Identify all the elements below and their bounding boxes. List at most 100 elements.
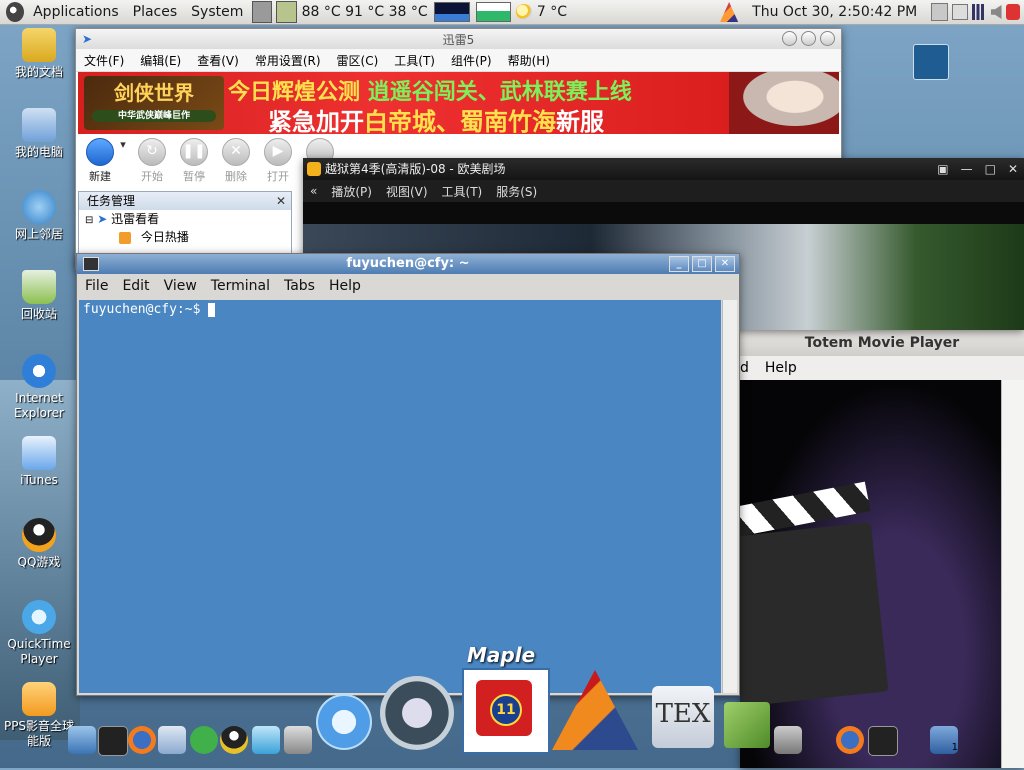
mini-mode-icon[interactable]: ▣ [937, 158, 948, 180]
menu-components[interactable]: 组件(P) [443, 52, 500, 69]
weather-cloud-sun-icon[interactable] [515, 4, 532, 20]
minimize-button[interactable]: — [961, 158, 973, 180]
firefox-icon[interactable] [128, 726, 156, 754]
start-button[interactable]: ↻ 开始 [134, 138, 170, 184]
signal-strength-icon[interactable] [972, 4, 987, 20]
maximize-button[interactable] [801, 31, 816, 46]
menu-sound[interactable]: d [740, 360, 751, 376]
task-panel-header: 任务管理 ✕ [79, 192, 291, 210]
matlab-launcher-icon[interactable] [720, 2, 739, 22]
terminal-output[interactable]: fuyuchen@cfy:~$ [79, 300, 721, 693]
places-menu[interactable]: Places [126, 4, 185, 20]
minimize-button[interactable] [782, 31, 797, 46]
books-icon[interactable] [724, 702, 770, 748]
menu-terminal[interactable]: Terminal [203, 278, 276, 294]
chat-icon[interactable] [190, 726, 218, 754]
thunder-titlebar[interactable]: ➤ 迅雷5 [76, 29, 841, 49]
video-area[interactable] [740, 380, 1002, 768]
menu-help[interactable]: Help [751, 360, 799, 376]
close-button[interactable]: ✕ [715, 256, 735, 272]
desktop-icon-recycle-bin[interactable]: 回收站 [0, 270, 78, 322]
panel-clock[interactable]: Thu Oct 30, 2:50:42 PM [740, 4, 929, 20]
menu-file[interactable]: 文件(F) [76, 52, 132, 69]
new-task-button[interactable]: 新建 [82, 138, 118, 184]
terminal-icon[interactable] [98, 726, 128, 756]
delete-button[interactable]: ✕ 删除 [218, 138, 254, 184]
close-icon[interactable]: ✕ [276, 192, 286, 210]
menu-view[interactable]: 查看(V) [189, 52, 247, 69]
pps-logo-icon [307, 162, 321, 176]
cpu-load-graph[interactable] [433, 2, 471, 22]
menu-edit[interactable]: 编辑(E) [132, 52, 189, 69]
collapse-sidebar-icon[interactable]: « [303, 184, 324, 198]
itunes-icon[interactable] [316, 694, 372, 750]
volume-icon[interactable] [990, 5, 1002, 19]
system-menu[interactable]: System [184, 4, 250, 20]
mail-icon[interactable] [158, 726, 186, 754]
desktop-icon-label: iTunes [20, 473, 58, 487]
pps-titlebar[interactable]: 越狱第4季(高清版)-08 - 欧美剧场 ▣ — □ ✕ [303, 158, 1024, 180]
menu-help[interactable]: 帮助(H) [500, 52, 558, 69]
menu-view[interactable]: View [156, 278, 203, 294]
logout-icon[interactable] [1005, 4, 1021, 20]
applications-menu[interactable]: Applications [26, 4, 126, 20]
minimize-button[interactable]: _ [669, 256, 689, 272]
desktop-icon-my-documents[interactable]: 我的文档 [0, 28, 78, 80]
menu-help[interactable]: Help [321, 278, 367, 294]
pause-button[interactable]: ❚❚ 暂停 [176, 138, 212, 184]
finder-icon[interactable] [68, 726, 96, 754]
open-button[interactable]: ▶ 打开 [260, 138, 296, 184]
screenshot-icon[interactable] [774, 726, 802, 754]
temperature-sensors[interactable]: 88 °C 91 °C 38 °C [299, 4, 431, 20]
firefox-icon[interactable] [836, 726, 864, 754]
menu-tools[interactable]: 工具(T) [435, 183, 490, 200]
menu-tools[interactable]: 工具(T) [386, 52, 443, 69]
workspace-switcher-icon[interactable]: 1 [930, 726, 958, 754]
maximize-button[interactable]: □ [692, 256, 712, 272]
collapse-icon[interactable]: ⊟ [85, 215, 93, 226]
desktop-icon-itunes[interactable]: iTunes [0, 436, 78, 488]
desktop-icon-internet-explorer[interactable]: Internet Explorer [0, 354, 78, 421]
menu-service[interactable]: 服务(S) [489, 183, 544, 200]
memory-graph[interactable] [476, 2, 511, 22]
maximize-button[interactable]: □ [985, 158, 996, 180]
close-button[interactable]: ✕ [1008, 158, 1018, 180]
thunder-menubar: 文件(F) 编辑(E) 查看(V) 常用设置(R) 雷区(C) 工具(T) 组件… [76, 49, 841, 72]
disk-drive-icon[interactable] [276, 1, 297, 23]
itunes-icon [22, 436, 56, 470]
window-title[interactable]: Totem Movie Player [740, 330, 1024, 356]
menu-tabs[interactable]: Tabs [276, 278, 321, 294]
desktop-icon-my-computer[interactable]: 我的电脑 [0, 108, 78, 160]
thunder-tray-icon[interactable] [913, 44, 949, 80]
menu-file[interactable]: File [77, 278, 114, 294]
menu-play[interactable]: 播放(P) [324, 183, 379, 200]
menu-settings[interactable]: 常用设置(R) [247, 52, 329, 69]
tex-icon[interactable]: TEX [652, 686, 714, 748]
gnome-foot-icon[interactable] [6, 2, 25, 22]
menu-view[interactable]: 视图(V) [379, 183, 435, 200]
desktop-icon-qq-games[interactable]: QQ游戏 [0, 518, 78, 570]
tree-item-today-hot[interactable]: 今日热播 [79, 228, 291, 246]
network-icon[interactable] [931, 3, 948, 21]
menu-edit[interactable]: Edit [114, 278, 155, 294]
film-reel-icon[interactable] [380, 676, 454, 750]
clapperboard-icon[interactable] [252, 726, 280, 754]
recycle-bin-icon [22, 270, 56, 304]
desktop-icon-network[interactable]: 网上邻居 [0, 190, 78, 242]
maple-icon[interactable]: 11 [462, 668, 550, 754]
terminal-titlebar[interactable]: fuyuchen@cfy: ~ _ □ ✕ [77, 254, 739, 274]
weather-temperature[interactable]: 7 °C [534, 4, 570, 20]
folder-icon [22, 28, 56, 62]
new-task-dropdown[interactable]: ▾ [118, 138, 128, 151]
menu-zone[interactable]: 雷区(C) [329, 52, 387, 69]
ad-banner[interactable]: 剑侠世界 中华武侠巅峰巨作 今日辉煌公测 逍遥谷闯关、武林联赛上线 紧急加开白帝… [78, 72, 839, 134]
terminal-icon[interactable] [868, 726, 898, 756]
desktop-icon-quicktime[interactable]: QuickTime Player [0, 600, 78, 667]
printer-icon[interactable] [951, 4, 969, 20]
tree-item-xunlei-kankan[interactable]: ⊟ ➤ 迅雷看看 [79, 210, 291, 228]
scrollbar[interactable] [722, 300, 737, 693]
cpu-chip-icon[interactable] [252, 1, 273, 23]
disk-utility-icon[interactable] [284, 726, 312, 754]
close-button[interactable] [820, 31, 835, 46]
qq-penguin-icon[interactable] [220, 726, 248, 754]
